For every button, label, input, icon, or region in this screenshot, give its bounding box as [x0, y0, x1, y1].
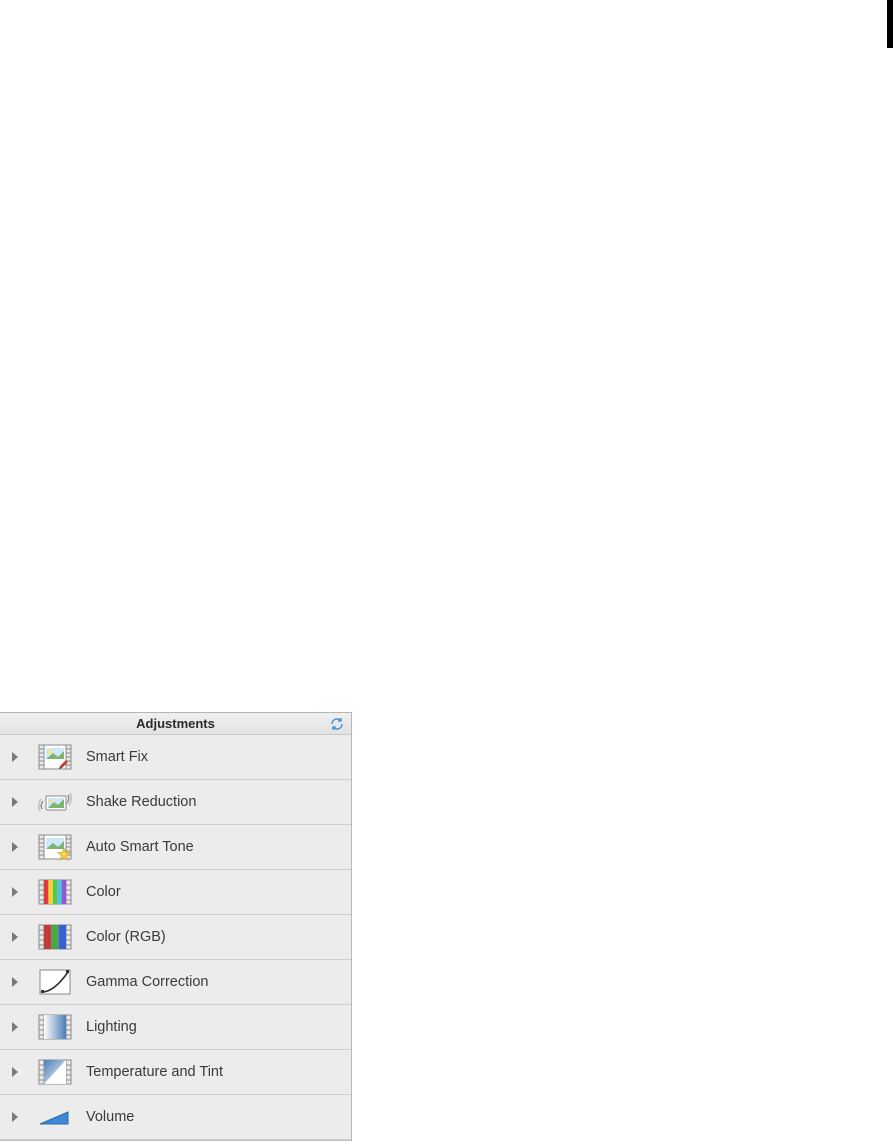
disclosure-icon [0, 932, 30, 942]
temperature-tint-icon [30, 1057, 80, 1087]
disclosure-icon [0, 1067, 30, 1077]
row-lighting[interactable]: Lighting [0, 1005, 351, 1050]
lighting-icon [30, 1012, 80, 1042]
adjustments-list: Smart Fix Shake Reduction [0, 735, 351, 1140]
panel-header: Adjustments [0, 713, 351, 735]
gamma-correction-icon [30, 967, 80, 997]
disclosure-icon [0, 842, 30, 852]
row-gamma-correction[interactable]: Gamma Correction [0, 960, 351, 1005]
disclosure-icon [0, 1112, 30, 1122]
row-temperature-tint[interactable]: Temperature and Tint [0, 1050, 351, 1095]
sync-icon[interactable] [329, 716, 345, 732]
volume-icon [30, 1102, 80, 1132]
row-label: Gamma Correction [80, 974, 208, 990]
row-label: Temperature and Tint [80, 1064, 223, 1080]
panel-separator [0, 1140, 351, 1141]
row-label: Volume [80, 1109, 134, 1125]
row-volume[interactable]: Volume [0, 1095, 351, 1140]
smart-fix-icon [30, 742, 80, 772]
color-rgb-icon [30, 922, 80, 952]
panel-title: Adjustments [136, 716, 215, 731]
auto-smart-tone-icon [30, 832, 80, 862]
adjustments-panel: Adjustments [0, 712, 352, 1141]
color-icon [30, 877, 80, 907]
disclosure-icon [0, 752, 30, 762]
row-smart-fix[interactable]: Smart Fix [0, 735, 351, 780]
shake-reduction-icon [30, 787, 80, 817]
row-label: Lighting [80, 1019, 137, 1035]
row-color-rgb[interactable]: Color (RGB) [0, 915, 351, 960]
disclosure-icon [0, 797, 30, 807]
page-right-edge [887, 0, 893, 48]
row-label: Smart Fix [80, 749, 148, 765]
row-label: Color (RGB) [80, 929, 166, 945]
disclosure-icon [0, 1022, 30, 1032]
disclosure-icon [0, 977, 30, 987]
row-label: Auto Smart Tone [80, 839, 194, 855]
row-label: Shake Reduction [80, 794, 196, 810]
disclosure-icon [0, 887, 30, 897]
row-auto-smart-tone[interactable]: Auto Smart Tone [0, 825, 351, 870]
row-shake-reduction[interactable]: Shake Reduction [0, 780, 351, 825]
row-label: Color [80, 884, 121, 900]
row-color[interactable]: Color [0, 870, 351, 915]
